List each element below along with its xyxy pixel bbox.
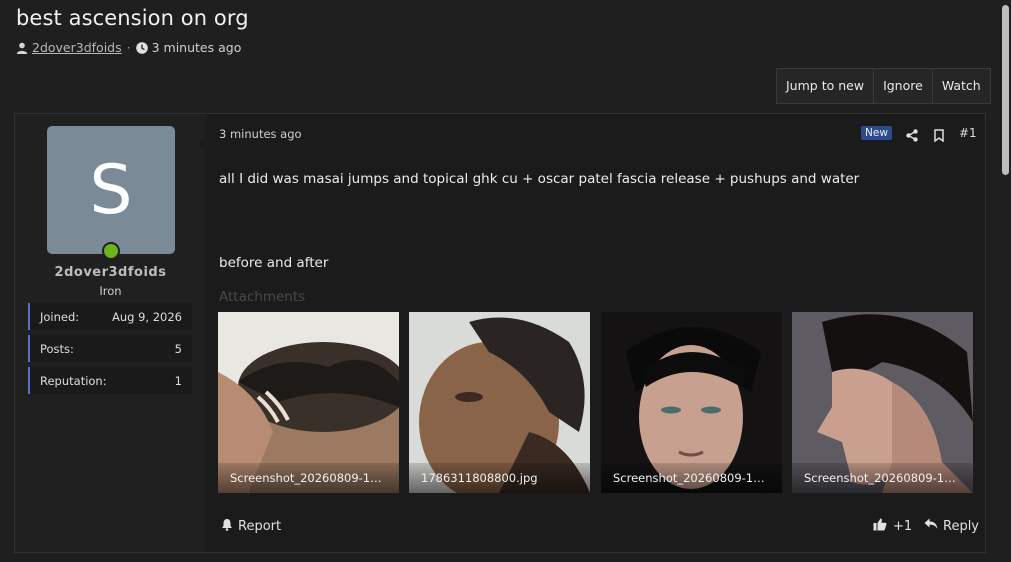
attachment-2-name: 1786311808800.jpg [409, 463, 590, 493]
user-stat-posts: Posts: 5 [28, 335, 192, 362]
stat-value: 1 [174, 373, 182, 388]
stat-value: 5 [174, 341, 182, 356]
attachment-3-name: Screenshot_20260809-19140... [601, 463, 782, 493]
new-badge: New [861, 126, 892, 140]
post-number[interactable]: #1 [959, 126, 977, 140]
reply-icon [924, 518, 938, 534]
user-stat-joined: Joined: Aug 9, 2026 [28, 303, 192, 330]
thread-meta: 2dover3dfoids · 3 minutes ago [16, 40, 241, 55]
reply-button[interactable]: Reply [924, 518, 979, 534]
thread-title: best ascension on org [16, 6, 249, 30]
attachment-4[interactable]: Screenshot_20260809-19142... [792, 312, 973, 493]
user-icon [16, 42, 28, 54]
post-time[interactable]: 3 minutes ago [219, 127, 302, 141]
stat-value: Aug 9, 2026 [111, 309, 182, 324]
thumbs-up-icon [873, 518, 887, 535]
ignore-button[interactable]: Ignore [874, 69, 933, 103]
post-body-line2: before and after [219, 255, 329, 271]
like-count: +1 [893, 519, 913, 534]
stat-label: Reputation: [40, 373, 107, 388]
avatar-initial: S [89, 150, 133, 230]
user-name[interactable]: 2dover3dfoids [15, 265, 206, 280]
user-stat-reputation: Reputation: 1 [28, 367, 192, 394]
report-link[interactable]: Report [221, 518, 281, 535]
attachment-1[interactable]: Screenshot_20260809-15560... [218, 312, 399, 493]
post-user-pane: S 2dover3dfoids Iron Joined: Aug 9, 2026… [15, 114, 206, 552]
scrollbar-thumb[interactable] [1002, 5, 1009, 175]
attachments-label: Attachments [219, 289, 306, 305]
stat-label: Posts: [40, 341, 74, 356]
attachment-2[interactable]: 1786311808800.jpg [409, 312, 590, 493]
report-label: Report [238, 519, 282, 534]
attachment-3[interactable]: Screenshot_20260809-19140... [601, 312, 782, 493]
stat-label: Joined: [40, 309, 80, 324]
attachment-4-name: Screenshot_20260809-19142... [792, 463, 973, 493]
post-message: S 2dover3dfoids Iron Joined: Aug 9, 2026… [14, 113, 986, 553]
post-body-line1: all I did was masai jumps and topical gh… [219, 171, 860, 187]
jump-to-new-button[interactable]: Jump to new [777, 69, 875, 103]
user-rank: Iron [99, 284, 122, 298]
post-arrow [199, 136, 207, 152]
thread-actions: Jump to new Ignore Watch [776, 68, 991, 104]
meta-separator: · [126, 40, 131, 55]
watch-button[interactable]: Watch [933, 69, 990, 103]
thread-time: 3 minutes ago [151, 40, 242, 55]
attachment-1-name: Screenshot_20260809-15560... [218, 463, 399, 493]
clock-icon [135, 41, 148, 54]
online-indicator-icon [102, 242, 120, 260]
reply-label: Reply [943, 518, 980, 534]
thread-author-link[interactable]: 2dover3dfoids [32, 40, 122, 55]
like-button[interactable]: +1 [873, 518, 912, 535]
bookmark-icon[interactable] [934, 127, 944, 146]
bell-icon [221, 518, 233, 535]
share-icon[interactable] [906, 127, 918, 146]
avatar[interactable]: S [47, 126, 175, 254]
page-scrollbar[interactable] [1000, 0, 1011, 562]
